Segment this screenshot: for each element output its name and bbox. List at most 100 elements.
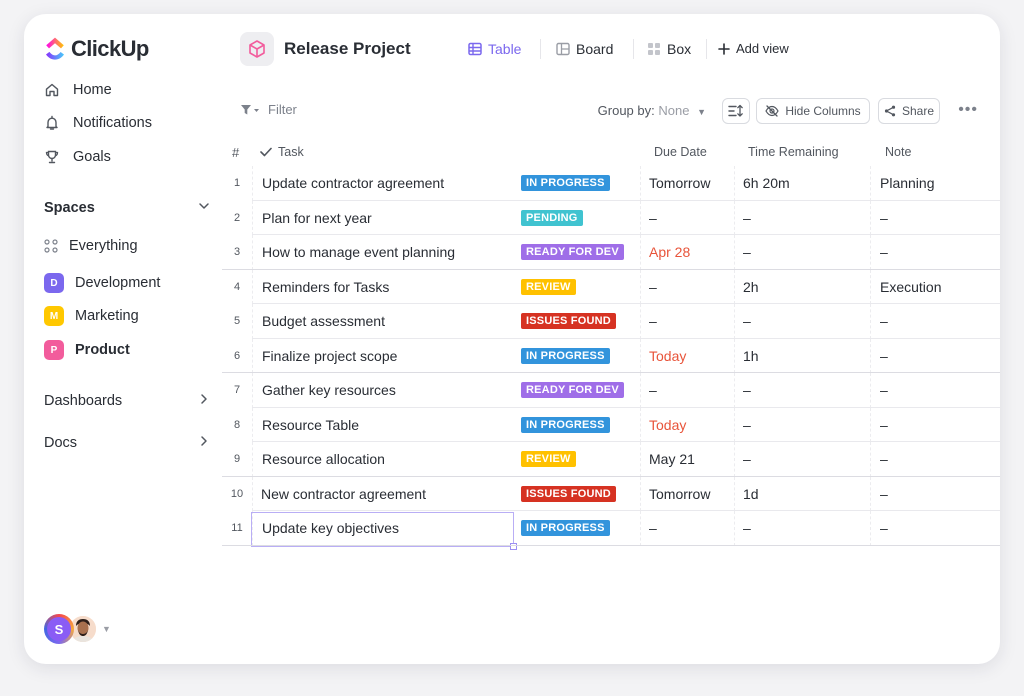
due-date[interactable]: – <box>649 373 657 408</box>
due-date[interactable]: Tomorrow <box>649 477 710 512</box>
spaces-header[interactable]: Spaces <box>44 197 210 219</box>
time-remaining[interactable]: – <box>743 511 751 546</box>
hide-columns-button[interactable]: Hide Columns <box>756 98 870 124</box>
task-name[interactable]: How to manage event planning <box>262 235 455 270</box>
space-everything[interactable]: Everything <box>44 235 138 257</box>
due-date[interactable]: Apr 28 <box>649 235 690 270</box>
table-row[interactable]: 1 Update contractor agreement IN PROGRES… <box>222 166 1000 201</box>
chevron-down-icon[interactable] <box>198 200 210 216</box>
column-header-task[interactable]: Task <box>260 145 304 159</box>
time-remaining[interactable]: 6h 20m <box>743 166 790 201</box>
avatar[interactable]: S <box>44 614 74 644</box>
note[interactable]: – <box>880 442 888 477</box>
column-header-due-date[interactable]: Due Date <box>654 145 707 159</box>
due-date[interactable]: Today <box>649 339 686 374</box>
note[interactable]: – <box>880 408 888 443</box>
status-cell[interactable]: READY FOR DEV <box>521 373 624 408</box>
due-date[interactable]: – <box>649 201 657 236</box>
table-row[interactable]: 10 New contractor agreement ISSUES FOUND… <box>222 476 1000 512</box>
note[interactable]: – <box>880 477 888 512</box>
column-header-note[interactable]: Note <box>885 145 911 159</box>
status-cell[interactable]: IN PROGRESS <box>521 511 610 546</box>
space-development[interactable]: D Development <box>44 272 160 294</box>
note[interactable]: Execution <box>880 270 941 305</box>
due-date[interactable]: – <box>649 511 657 546</box>
status-cell[interactable]: PENDING <box>521 201 583 236</box>
status-cell[interactable]: IN PROGRESS <box>521 408 610 443</box>
task-name[interactable]: Reminders for Tasks <box>262 270 389 305</box>
caret-down-icon[interactable]: ▼ <box>102 624 111 634</box>
status-badge[interactable]: IN PROGRESS <box>521 347 610 364</box>
table-row[interactable]: 4 Reminders for Tasks REVIEW – 2h Execut… <box>222 269 1000 305</box>
status-badge[interactable]: REVIEW <box>521 278 576 295</box>
column-header-number[interactable]: # <box>232 145 239 160</box>
task-name[interactable]: Finalize project scope <box>262 339 397 374</box>
status-badge[interactable]: READY FOR DEV <box>521 244 624 261</box>
time-remaining[interactable]: – <box>743 442 751 477</box>
table-row[interactable]: 7 Gather key resources READY FOR DEV – –… <box>222 373 1000 408</box>
due-date[interactable]: Tomorrow <box>649 166 710 201</box>
space-marketing[interactable]: M Marketing <box>44 305 139 327</box>
due-date[interactable]: – <box>649 270 657 305</box>
status-badge[interactable]: IN PROGRESS <box>521 416 610 433</box>
table-row[interactable]: 11 Update key objectives IN PROGRESS – –… <box>222 511 1000 550</box>
share-button[interactable]: Share <box>878 98 940 124</box>
table-row[interactable]: 6 Finalize project scope IN PROGRESS Tod… <box>222 338 1000 374</box>
user-menu[interactable]: S ▼ <box>44 614 111 644</box>
task-name[interactable]: Resource allocation <box>262 442 385 477</box>
sort-button[interactable] <box>722 98 750 124</box>
status-cell[interactable]: READY FOR DEV <box>521 235 624 270</box>
due-date[interactable]: May 21 <box>649 442 695 477</box>
due-date[interactable]: Today <box>649 408 686 443</box>
note[interactable]: – <box>880 339 888 374</box>
status-badge[interactable]: IN PROGRESS <box>521 175 610 192</box>
status-cell[interactable]: IN PROGRESS <box>521 166 610 201</box>
note[interactable]: Planning <box>880 166 935 201</box>
table-row[interactable]: 8 Resource Table IN PROGRESS Today – – <box>222 407 1000 443</box>
task-edit-box[interactable] <box>251 512 517 550</box>
dashboards-header[interactable]: Dashboards <box>44 390 210 412</box>
nav-goals[interactable]: Goals <box>44 146 111 168</box>
table-row[interactable]: 3 How to manage event planning READY FOR… <box>222 235 1000 270</box>
time-remaining[interactable]: – <box>743 201 751 236</box>
tab-board[interactable]: Board <box>556 41 613 57</box>
task-name[interactable]: Gather key resources <box>262 373 396 408</box>
tab-box[interactable]: Box <box>647 41 691 57</box>
table-row[interactable]: 5 Budget assessment ISSUES FOUND – – – <box>222 304 1000 339</box>
task-name[interactable]: New contractor agreement <box>261 477 426 512</box>
note[interactable]: – <box>880 201 888 236</box>
task-name[interactable]: Resource Table <box>262 408 359 443</box>
task-name[interactable]: Update contractor agreement <box>262 166 444 201</box>
time-remaining[interactable]: – <box>743 235 751 270</box>
status-cell[interactable]: REVIEW <box>521 270 576 305</box>
more-options-button[interactable]: ••• <box>958 101 978 119</box>
status-badge[interactable]: ISSUES FOUND <box>521 313 616 330</box>
tab-table[interactable]: Table <box>468 41 521 57</box>
status-badge[interactable]: PENDING <box>521 209 583 226</box>
time-remaining[interactable]: 1h <box>743 339 759 374</box>
status-badge[interactable]: READY FOR DEV <box>521 382 624 399</box>
status-badge[interactable]: REVIEW <box>521 451 576 468</box>
status-cell[interactable]: REVIEW <box>521 442 576 477</box>
nav-home[interactable]: Home <box>44 79 112 101</box>
add-view-button[interactable]: Add view <box>718 41 789 56</box>
task-name[interactable]: Plan for next year <box>262 201 372 236</box>
table-row[interactable]: 2 Plan for next year PENDING – – – <box>222 200 1000 236</box>
note[interactable]: – <box>880 373 888 408</box>
resize-handle[interactable] <box>510 543 517 550</box>
note[interactable]: – <box>880 235 888 270</box>
status-badge[interactable]: IN PROGRESS <box>521 520 610 537</box>
time-remaining[interactable]: 1d <box>743 477 759 512</box>
column-header-time-remaining[interactable]: Time Remaining <box>748 145 839 159</box>
nav-notifications[interactable]: Notifications <box>44 112 152 134</box>
status-cell[interactable]: ISSUES FOUND <box>521 304 616 339</box>
time-remaining[interactable]: – <box>743 408 751 443</box>
docs-header[interactable]: Docs <box>44 432 210 454</box>
group-by-dropdown[interactable]: Group by: None ▼ <box>598 103 706 118</box>
time-remaining[interactable]: – <box>743 304 751 339</box>
status-badge[interactable]: ISSUES FOUND <box>521 485 616 502</box>
due-date[interactable]: – <box>649 304 657 339</box>
filter-button[interactable]: Filter <box>240 102 297 117</box>
chevron-right-icon[interactable] <box>198 393 210 409</box>
status-cell[interactable]: IN PROGRESS <box>521 339 610 374</box>
